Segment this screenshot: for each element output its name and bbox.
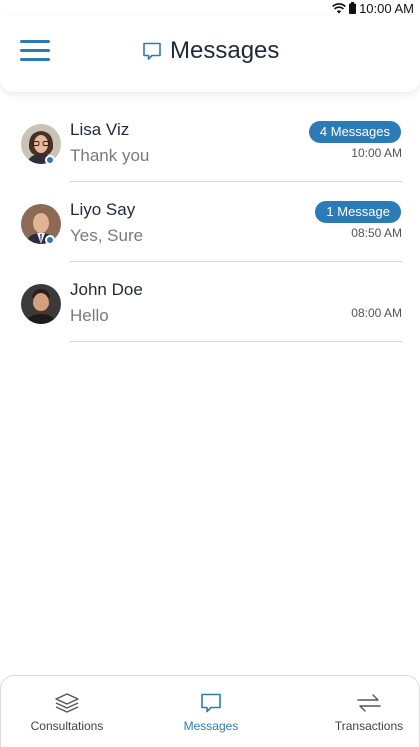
contact-name: John Doe [70,280,143,299]
message-time: 10:00 AM [351,146,402,160]
nav-item-transactions[interactable]: Transactions [299,676,420,747]
page-title: Messages [170,37,280,64]
nav-label: Consultations [30,719,104,733]
battery-icon [349,2,357,14]
contact-name: Liyo Say [70,200,136,219]
conversation-item[interactable]: John Doe Hello 08:00 AM [0,262,420,342]
nav-item-messages[interactable]: Messages [141,676,281,747]
app-header: Messages [0,16,420,92]
menu-icon [20,40,50,43]
nav-item-consultations[interactable]: Consultations [0,676,137,747]
avatar [21,284,61,324]
avatar [21,124,61,165]
status-indicators: 10:00 AM [332,0,414,16]
layers-icon [55,693,79,713]
unread-badge: 1 Message [315,201,401,223]
conversation-item[interactable]: Liyo Say Yes, Sure 1 Message 08:50 AM [0,182,420,262]
last-message: Yes, Sure [70,226,144,245]
header-title-group: Messages [142,36,279,66]
nav-label: Messages [183,719,239,733]
menu-button[interactable] [20,40,50,62]
contact-name: Lisa Viz [70,120,130,139]
avatar [21,204,61,245]
divider [70,341,402,342]
bottom-navigation: Consultations Messages Transactions [0,675,420,747]
chat-icon [201,693,221,713]
online-indicator [45,235,55,245]
last-message: Thank you [70,146,150,165]
last-message: Hello [70,306,109,325]
message-time: 08:50 AM [351,226,402,240]
conversation-item[interactable]: Lisa Viz Thank you 4 Messages 10:00 AM [0,102,420,182]
wifi-icon [332,2,347,13]
unread-badge: 4 Messages [308,121,401,143]
nav-label: Transactions [334,719,404,733]
online-indicator [45,155,55,165]
message-time: 08:00 AM [351,306,402,320]
transfer-arrows-icon [357,694,381,712]
status-time: 10:00 AM [359,0,414,16]
status-bar: 10:00 AM [0,0,420,16]
chat-icon [143,42,161,60]
